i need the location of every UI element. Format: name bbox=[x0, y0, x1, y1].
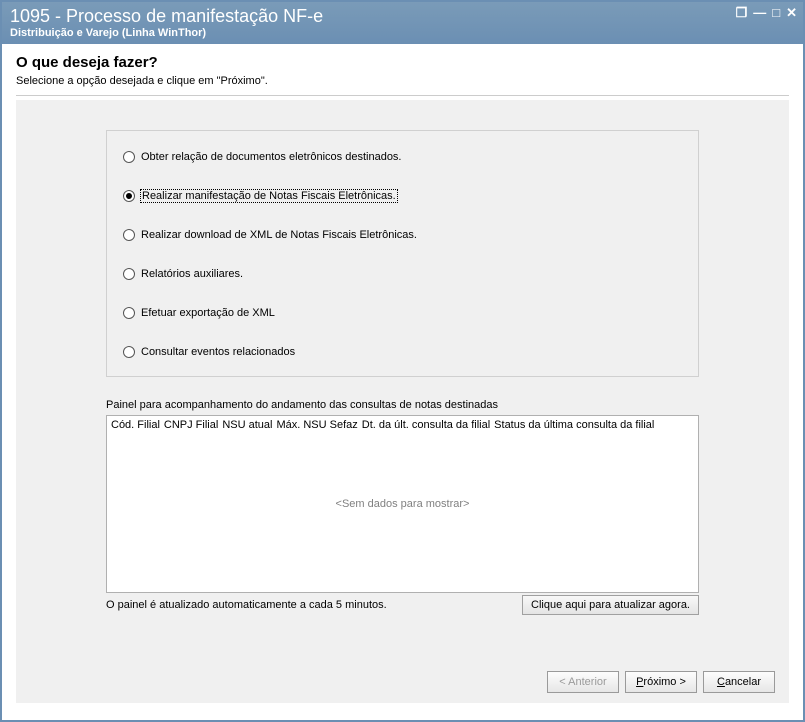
refresh-button[interactable]: Clique aqui para atualizar agora. bbox=[522, 595, 699, 615]
radio-icon bbox=[123, 346, 135, 358]
btn-text: ancelar bbox=[725, 676, 761, 688]
panel-note: O painel é atualizado automaticamente a … bbox=[106, 599, 387, 611]
radio-icon bbox=[123, 151, 135, 163]
titlebar-controls: ❐ — □ ✕ bbox=[736, 6, 797, 19]
mnemonic: C bbox=[717, 676, 725, 688]
grid-col-nsu-atual[interactable]: NSU atual bbox=[222, 419, 272, 431]
page-heading: O que deseja fazer? bbox=[16, 54, 789, 71]
radio-label: Consultar eventos relacionados bbox=[141, 346, 295, 358]
grid-col-max-nsu[interactable]: Máx. NSU Sefaz bbox=[276, 419, 357, 431]
radio-icon bbox=[123, 229, 135, 241]
grid-col-cod-filial[interactable]: Cód. Filial bbox=[111, 419, 160, 431]
window-title: 1095 - Processo de manifestação NF-e bbox=[10, 6, 795, 27]
titlebar: 1095 - Processo de manifestação NF-e Dis… bbox=[2, 2, 803, 44]
grid-header-row: Cód. Filial CNPJ Filial NSU atual Máx. N… bbox=[107, 416, 698, 434]
content-area: O que deseja fazer? Selecione a opção de… bbox=[2, 44, 803, 715]
grid-col-dt-ult-consulta[interactable]: Dt. da últ. consulta da filial bbox=[362, 419, 490, 431]
next-button[interactable]: Próximo > bbox=[625, 671, 697, 693]
grid-empty-text: <Sem dados para mostrar> bbox=[336, 498, 470, 510]
radio-icon bbox=[123, 307, 135, 319]
radio-label: Obter relação de documentos eletrônicos … bbox=[141, 151, 402, 163]
radio-realizar-manifestacao[interactable]: Realizar manifestação de Notas Fiscais E… bbox=[123, 190, 682, 202]
radio-label: Efetuar exportação de XML bbox=[141, 307, 275, 319]
cancel-button[interactable]: Cancelar bbox=[703, 671, 775, 693]
radio-label: Realizar manifestação de Notas Fiscais E… bbox=[141, 190, 397, 202]
grid-col-status-ult-consulta[interactable]: Status da última consulta da filial bbox=[494, 419, 654, 431]
back-button[interactable]: < Anterior bbox=[547, 671, 619, 693]
radio-label: Realizar download de XML de Notas Fiscai… bbox=[141, 229, 417, 241]
btn-text: róximo > bbox=[643, 676, 686, 688]
options-groupbox: Obter relação de documentos eletrônicos … bbox=[106, 130, 699, 377]
radio-label: Relatórios auxiliares. bbox=[141, 268, 243, 280]
close-icon[interactable]: ✕ bbox=[786, 6, 797, 19]
radio-relatorios-auxiliares[interactable]: Relatórios auxiliares. bbox=[123, 268, 682, 280]
radio-consultar-eventos[interactable]: Consultar eventos relacionados bbox=[123, 346, 682, 358]
panel-caption: Painel para acompanhamento do andamento … bbox=[106, 399, 699, 411]
window-subtitle: Distribuição e Varejo (Linha WinThor) bbox=[10, 27, 795, 42]
radio-icon bbox=[123, 190, 135, 202]
page-subheading: Selecione a opção desejada e clique em "… bbox=[16, 75, 789, 87]
grid-col-cnpj-filial[interactable]: CNPJ Filial bbox=[164, 419, 218, 431]
radio-exportacao-xml[interactable]: Efetuar exportação de XML bbox=[123, 307, 682, 319]
detach-icon[interactable]: ❐ bbox=[736, 6, 748, 19]
wizard-header: O que deseja fazer? Selecione a opção de… bbox=[16, 54, 789, 96]
wizard-body: Obter relação de documentos eletrônicos … bbox=[16, 100, 789, 703]
radio-icon bbox=[123, 268, 135, 280]
radio-obter-relacao[interactable]: Obter relação de documentos eletrônicos … bbox=[123, 151, 682, 163]
panel-footer: O painel é atualizado automaticamente a … bbox=[106, 595, 699, 615]
radio-realizar-download-xml[interactable]: Realizar download de XML de Notas Fiscai… bbox=[123, 229, 682, 241]
wizard-buttons: < Anterior Próximo > Cancelar bbox=[547, 671, 775, 693]
status-grid[interactable]: Cód. Filial CNPJ Filial NSU atual Máx. N… bbox=[106, 415, 699, 593]
maximize-icon[interactable]: □ bbox=[772, 6, 780, 19]
minimize-icon[interactable]: — bbox=[753, 6, 766, 19]
